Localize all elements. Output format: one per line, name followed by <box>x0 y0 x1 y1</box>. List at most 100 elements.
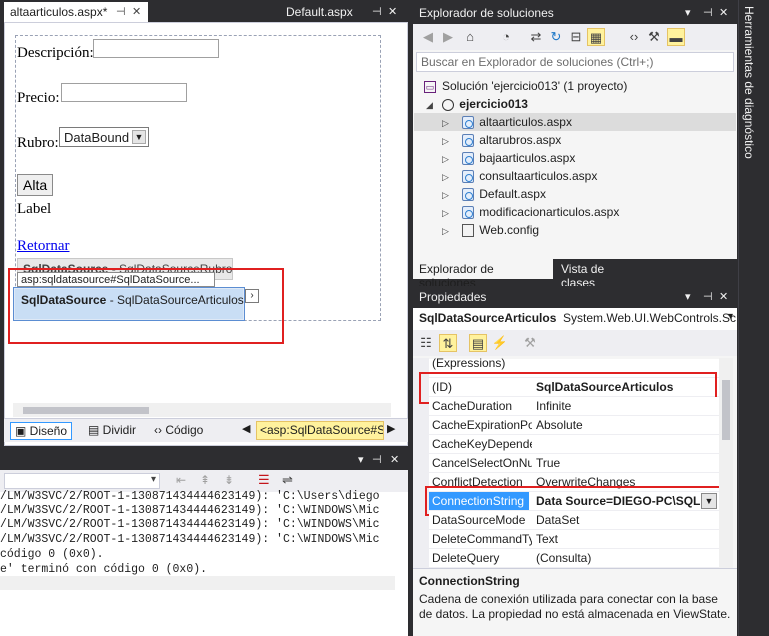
home-icon[interactable]: ⌂ <box>461 28 479 46</box>
rubro-dropdown[interactable]: DataBound ▼ <box>59 127 149 147</box>
file-label: modificacionarticulos.aspx <box>479 205 620 219</box>
events-icon[interactable]: ⚡ <box>491 334 509 352</box>
expanded-icon[interactable]: ◢ <box>426 100 433 110</box>
label-control: Label <box>17 201 52 217</box>
history-icon[interactable]: ◔ <box>497 28 515 46</box>
sync-icon[interactable]: ⇄ <box>527 28 545 46</box>
pin-icon[interactable]: ⊣ <box>116 5 126 18</box>
collapsed-icon[interactable]: ▷ <box>442 136 449 146</box>
prop-row[interactable]: CacheExpirationPo Absolute <box>429 416 719 435</box>
close-icon[interactable]: ✕ <box>388 5 397 18</box>
design-view-button[interactable]: ▣ Diseño <box>10 422 73 440</box>
smart-tag-icon[interactable]: › <box>245 289 259 303</box>
prop-row[interactable]: DataSourceMode DataSet <box>429 511 719 530</box>
output-line: /LM/W3SVC/2/ROOT-1-130871434444623149): … <box>0 533 380 546</box>
dropdown-icon[interactable]: ▾ <box>685 290 691 303</box>
categorized-icon[interactable]: ☷ <box>417 334 435 352</box>
dropdown-icon[interactable]: ▾ <box>358 453 364 466</box>
file-modificacionarticulos[interactable]: ▷ modificacionarticulos.aspx <box>414 203 736 221</box>
chevron-down-icon: ▾ <box>727 311 733 322</box>
go-to-next-icon[interactable]: ⇞ <box>200 473 210 487</box>
split-view-button[interactable]: ▤ Dividir <box>84 422 140 440</box>
alphabetical-icon[interactable]: ⇅ <box>439 334 457 352</box>
preview-icon[interactable]: ▬ <box>667 28 685 46</box>
properties-toolbar: ☷ ⇅ ▤ ⚡ ⚒ <box>413 330 737 356</box>
back-icon[interactable]: ◀ <box>419 28 437 46</box>
forward-icon[interactable]: ▶ <box>439 28 457 46</box>
collapse-all-icon[interactable]: ⊟ <box>567 28 585 46</box>
solution-node[interactable]: ▭ Solución 'ejercicio013' (1 proyecto) <box>424 77 734 95</box>
diagnostic-tools-tab[interactable]: Herramientas de diagnóstico <box>742 6 756 159</box>
prop-name: (Expressions) <box>432 356 506 370</box>
go-to-previous-icon[interactable]: ⇤ <box>176 473 186 487</box>
descripcion-textbox[interactable] <box>93 39 219 58</box>
properties-header: Propiedades ▾ ⊣ ✕ <box>413 286 737 308</box>
tab-default[interactable]: Default.aspx ⊣ ✕ <box>280 2 406 22</box>
source-view-button[interactable]: ‹› Código <box>150 422 207 440</box>
properties-vscrollbar[interactable] <box>719 358 733 568</box>
collapsed-icon[interactable]: ▷ <box>442 190 449 200</box>
chevron-left-icon[interactable]: ◀ <box>242 422 250 435</box>
properties-icon[interactable]: ▤ <box>469 334 487 352</box>
prop-value: Infinite <box>536 399 572 413</box>
output-toolbar: ▾ ⇤ ⇞ ⇟ ☰ ⇌ <box>0 470 408 492</box>
prop-name: CacheKeyDepende <box>432 437 532 451</box>
close-icon[interactable]: ✕ <box>390 453 399 466</box>
refresh-icon[interactable]: ↻ <box>547 28 565 46</box>
properties-wrench-icon[interactable]: ⚒ <box>645 28 663 46</box>
tab-solution-explorer[interactable]: Explorador de soluciones <box>413 259 553 290</box>
chevron-right-icon[interactable]: ▶ <box>387 422 395 435</box>
aspx-file-icon <box>462 116 475 130</box>
prop-row[interactable]: CancelSelectOnNu True <box>429 454 719 473</box>
output-hscrollbar[interactable] <box>0 576 395 590</box>
tag-breadcrumb[interactable]: <asp:SqlDataSource#Sc <box>256 421 384 440</box>
precio-textbox[interactable] <box>61 83 187 102</box>
sqldatasource-articulos[interactable]: SqlDataSource - SqlDataSourceArticulos <box>13 287 245 321</box>
output-source-select[interactable]: ▾ <box>4 473 160 489</box>
config-file-icon <box>462 224 475 238</box>
pin-icon[interactable]: ⊣ <box>372 5 382 18</box>
collapsed-icon[interactable]: ▷ <box>442 172 449 182</box>
scrollbar-thumb[interactable] <box>722 380 730 440</box>
file-bajaarticulos[interactable]: ▷ bajaarticulos.aspx <box>414 149 736 167</box>
object-selector[interactable]: SqlDataSourceArticulos System.Web.UI.Web… <box>413 308 737 330</box>
close-icon[interactable]: ✕ <box>132 5 141 18</box>
prop-row[interactable]: CacheKeyDepende <box>429 435 719 454</box>
file-webconfig[interactable]: ▷ Web.config <box>414 221 736 239</box>
file-altaarticulos[interactable]: ▷ altaarticulos.aspx <box>414 113 736 131</box>
collapsed-icon[interactable]: ▷ <box>442 208 449 218</box>
file-default[interactable]: ▷ Default.aspx <box>414 185 736 203</box>
alta-button[interactable]: Alta <box>17 174 54 196</box>
dropdown-value: DataBound <box>64 130 130 145</box>
solution-search-input[interactable]: Buscar en Explorador de soluciones (Ctrl… <box>416 52 734 72</box>
solution-explorer-toolbar: ◀ ▶ ⌂ ◔ ⇄ ↻ ⊟ ▦ ‹› ⚒ ▬ <box>413 24 737 50</box>
tab-altaarticulos[interactable]: altaarticulos.aspx* ⊣ ✕ <box>4 2 148 22</box>
pin-icon[interactable]: ⊣ <box>703 290 713 303</box>
word-wrap-icon[interactable]: ⇌ <box>282 472 293 488</box>
file-label: consultaarticulos.aspx <box>479 169 598 183</box>
aspx-file-icon <box>462 152 475 166</box>
prop-row[interactable]: CacheDuration Infinite <box>429 397 719 416</box>
prop-row[interactable]: DeleteQuery (Consulta) <box>429 549 719 568</box>
show-all-files-icon[interactable]: ▦ <box>587 28 605 46</box>
project-node[interactable]: ◢ ejercicio013 <box>426 95 736 113</box>
clear-all-icon[interactable]: ☰ <box>258 472 270 488</box>
retornar-link[interactable]: Retornar <box>17 238 69 255</box>
file-consultaarticulos[interactable]: ▷ consultaarticulos.aspx <box>414 167 736 185</box>
go-to-last-icon[interactable]: ⇟ <box>224 473 234 487</box>
file-altarubros[interactable]: ▷ altarubros.aspx <box>414 131 736 149</box>
collapsed-icon[interactable]: ▷ <box>442 226 449 236</box>
solution-label: Solución 'ejercicio013' (1 proyecto) <box>442 79 628 93</box>
pin-icon[interactable]: ⊣ <box>372 453 382 466</box>
collapsed-icon[interactable]: ▷ <box>442 154 449 164</box>
collapsed-icon[interactable]: ▷ <box>442 118 449 128</box>
code-view-icon[interactable]: ‹› <box>625 28 643 46</box>
close-icon[interactable]: ✕ <box>719 6 728 19</box>
tab-class-view[interactable]: Vista de clases <box>555 259 645 290</box>
dropdown-icon[interactable]: ▾ <box>685 6 691 19</box>
pin-icon[interactable]: ⊣ <box>703 6 713 19</box>
close-icon[interactable]: ✕ <box>719 290 728 303</box>
prop-row[interactable]: DeleteCommandTy Text <box>429 530 719 549</box>
scrollbar-thumb[interactable] <box>23 407 149 414</box>
property-pages-icon[interactable]: ⚒ <box>521 334 539 352</box>
